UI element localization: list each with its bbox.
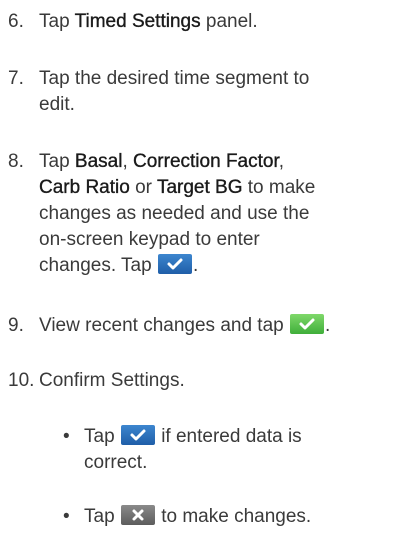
step-text: Tap Timed Settings panel.: [39, 11, 258, 32]
bullet: •: [63, 426, 70, 447]
cancel-x-icon: [120, 505, 155, 525]
confirm-checkmark-icon: [120, 425, 155, 445]
confirm-checkmark-icon: [157, 254, 192, 274]
bullet: •: [63, 506, 70, 527]
step-number: 6.: [8, 11, 24, 32]
correction-factor-term: Correction Factor: [133, 151, 279, 172]
step-text: Confirm Settings.: [39, 370, 185, 391]
step-number: 7.: [8, 68, 24, 89]
step-text: Tap the desired time segment to edit.: [39, 68, 310, 115]
substep-text: Tap to make changes.: [84, 505, 312, 527]
target-bg-term: Target BG: [156, 177, 243, 198]
step-text: Tap Basal, Correction Factor, Carb Ratio…: [39, 151, 316, 276]
step-number: 8.: [8, 151, 24, 172]
step-number: 9.: [8, 315, 24, 336]
carb-ratio-term: Carb Ratio: [39, 177, 130, 198]
timed-settings-term: Timed Settings: [74, 11, 201, 32]
step-text: View recent changes and tap .: [39, 314, 331, 336]
basal-term: Basal: [74, 151, 123, 172]
substep-text: Tap if entered data is correct.: [84, 425, 302, 473]
confirm-green-checkmark-icon: [290, 314, 324, 334]
step-number: 10.: [8, 370, 35, 391]
